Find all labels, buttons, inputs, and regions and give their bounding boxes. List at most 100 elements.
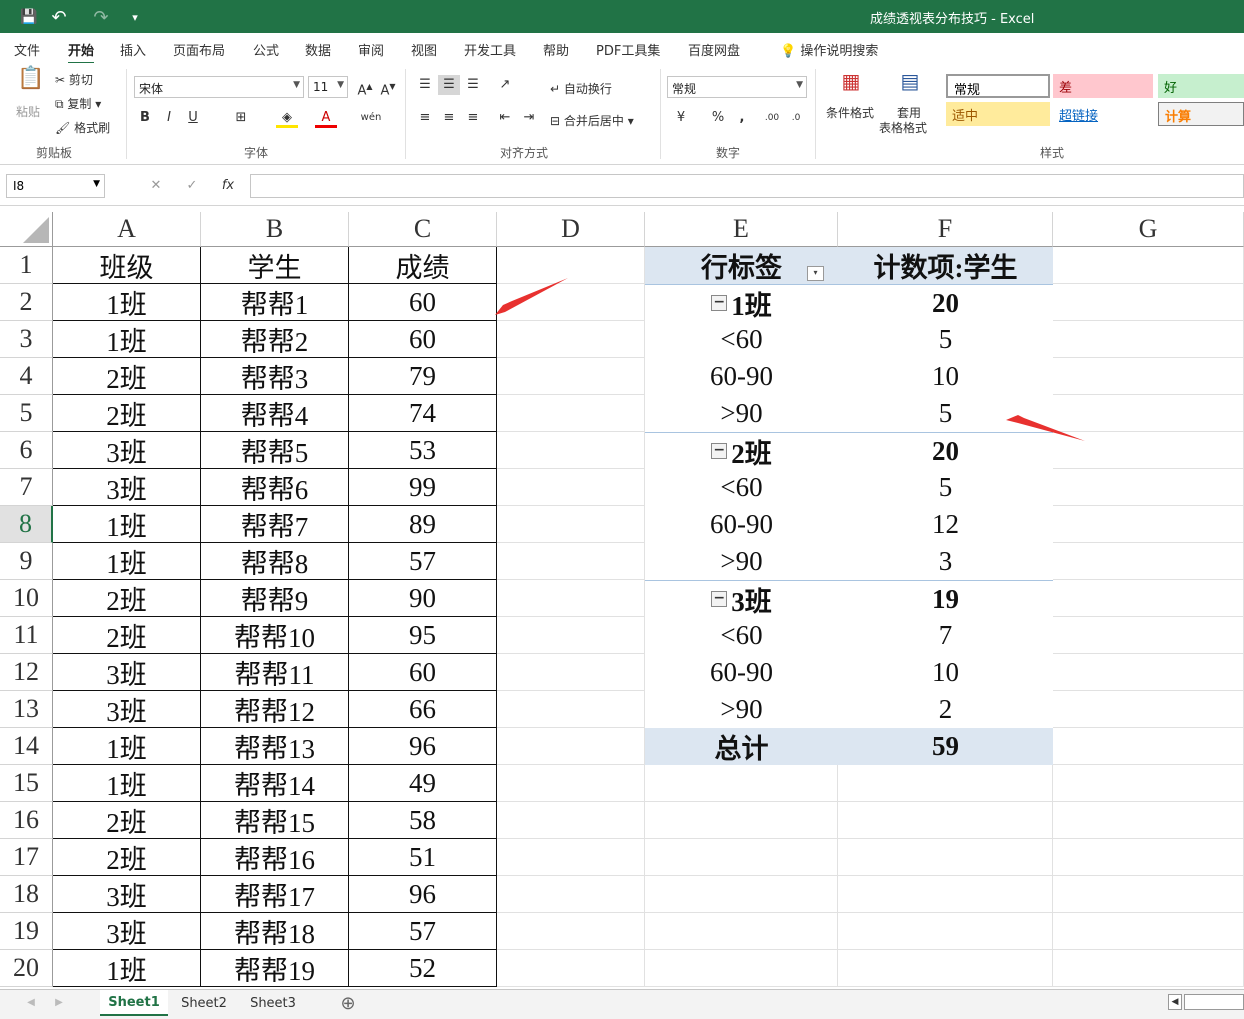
merge-icon: ⊟	[550, 114, 561, 128]
sheet-tab-1[interactable]: Sheet1	[100, 990, 168, 1016]
comma-button[interactable]: ,	[731, 108, 753, 128]
prev-sheet-icon[interactable]: ◀	[20, 993, 42, 1013]
tab-formulas[interactable]: 公式	[253, 40, 279, 59]
align-bottom-icon[interactable]: ☰	[462, 75, 484, 95]
percent-button[interactable]: %	[707, 108, 729, 128]
name-box[interactable]: I8 ▼	[6, 174, 105, 198]
ribbon-separator	[660, 69, 661, 159]
ribbon-tabs: 文件 开始 插入 页面布局 公式 数据 审阅 视图 开发工具 帮助 PDF工具集…	[0, 33, 1244, 65]
tab-help[interactable]: 帮助	[543, 40, 569, 59]
font-size-value: 11	[313, 80, 329, 94]
scissors-icon: ✂	[55, 73, 66, 87]
tell-me-label: 操作说明搜索	[800, 44, 879, 59]
worksheet-grid[interactable]: ABCDEFG 1 2 3 4 5 6 7 8 9 10 11 12 13 14 15 16 17 18 19 20 …	[0, 212, 1244, 989]
align-center-icon[interactable]: ≡	[438, 108, 460, 128]
ribbon-separator	[405, 69, 406, 159]
undo-icon[interactable]: ↶	[48, 6, 70, 28]
name-box-value: I8	[13, 179, 25, 193]
format-painter-button[interactable]: 🖌 格式刷	[55, 119, 110, 136]
increase-decimal-icon[interactable]: .00	[761, 108, 783, 128]
tab-developer[interactable]: 开发工具	[464, 40, 516, 59]
cut-button[interactable]: ✂ 剪切	[55, 71, 93, 88]
phonetic-icon[interactable]: wén	[360, 108, 382, 128]
merge-center-button[interactable]: ⊟ 合并后居中 ▾	[550, 112, 634, 129]
formula-input[interactable]	[250, 174, 1244, 198]
style-neutral[interactable]: 适中	[946, 102, 1050, 126]
ribbon-home: 📋 粘贴 ✂ 剪切 ⧉ 复制 ▾ 🖌 格式刷 剪贴板 宋体 ▼ 11 ▼ A▲ A▼…	[0, 63, 1244, 165]
tab-file[interactable]: 文件	[14, 40, 40, 59]
italic-button[interactable]: I	[158, 108, 180, 128]
alignment-group-label: 对齐方式	[500, 146, 549, 160]
cut-label: 剪切	[68, 73, 93, 87]
add-sheet-icon[interactable]: ⊕	[336, 990, 360, 1016]
horizontal-scrollbar[interactable]	[1184, 994, 1244, 1010]
currency-icon[interactable]: ¥	[670, 108, 692, 128]
table-format-button[interactable]: 表格格式	[879, 119, 927, 136]
increase-indent-icon[interactable]: ⇥	[518, 108, 540, 128]
orientation-icon[interactable]: ↗	[494, 75, 516, 95]
customize-qat-icon[interactable]: ▾	[124, 6, 146, 28]
align-right-icon[interactable]: ≡	[462, 108, 484, 128]
fill-color-icon[interactable]: ◈	[276, 108, 298, 128]
copy-button[interactable]: ⧉ 复制 ▾	[55, 95, 101, 112]
style-good[interactable]: 好	[1158, 74, 1244, 98]
paste-icon[interactable]: 📋	[16, 68, 46, 99]
decrease-font-icon[interactable]: A▼	[377, 77, 399, 98]
tab-baidu-netdisk[interactable]: 百度网盘	[688, 40, 740, 59]
align-left-icon[interactable]: ≡	[414, 108, 436, 128]
number-format-select[interactable]: 常规 ▼	[667, 76, 807, 98]
tab-review[interactable]: 审阅	[358, 40, 384, 59]
decrease-decimal-icon[interactable]: .0	[785, 108, 807, 128]
chevron-down-icon: ▼	[796, 80, 803, 90]
style-bad[interactable]: 差	[1053, 74, 1153, 98]
redo-icon[interactable]: ↷	[90, 6, 112, 28]
conditional-format-button[interactable]: 条件格式	[826, 104, 874, 121]
sheet-tab-2[interactable]: Sheet2	[170, 990, 238, 1016]
conditional-format-icon[interactable]: ▦	[836, 71, 866, 101]
sheet-tab-3[interactable]: Sheet3	[239, 990, 307, 1016]
style-hyperlink[interactable]: 超链接	[1053, 102, 1153, 126]
enter-icon[interactable]: ✓	[181, 176, 203, 196]
table-format-icon[interactable]: ▤	[895, 71, 925, 101]
align-middle-icon[interactable]: ☰	[438, 75, 460, 95]
tab-pdf-tools[interactable]: PDF工具集	[596, 40, 660, 59]
lightbulb-icon: 💡	[780, 44, 797, 59]
style-calculation[interactable]: 计算	[1158, 102, 1244, 126]
tell-me-search[interactable]: 💡 操作说明搜索	[780, 40, 878, 59]
wrap-icon: ↵	[550, 82, 561, 96]
tab-insert[interactable]: 插入	[120, 40, 146, 59]
number-group-label: 数字	[716, 146, 741, 160]
align-top-icon[interactable]: ☰	[414, 75, 436, 95]
tab-home[interactable]: 开始	[68, 40, 95, 65]
excel-window: 💾 ↶ ↷ ▾ 成绩透视表分布技巧 - Excel 文件 开始 插入 页面布局 …	[0, 0, 1244, 1019]
bold-button[interactable]: B	[134, 108, 156, 128]
paste-button[interactable]: 粘贴	[16, 103, 40, 120]
save-icon[interactable]: 💾	[18, 6, 40, 28]
window-title: 成绩透视表分布技巧 - Excel	[870, 12, 1035, 27]
increase-font-icon[interactable]: A▲	[354, 77, 376, 98]
font-name-value: 宋体	[139, 82, 164, 96]
copy-icon: ⧉	[55, 97, 64, 111]
underline-button[interactable]: U	[182, 108, 204, 128]
tab-view[interactable]: 视图	[411, 40, 437, 59]
border-icon[interactable]: ⊞	[230, 108, 252, 128]
next-sheet-icon[interactable]: ▶	[48, 993, 70, 1013]
font-group-label: 字体	[244, 146, 269, 160]
decrease-indent-icon[interactable]: ⇤	[494, 108, 516, 128]
font-size-select[interactable]: 11 ▼	[308, 76, 348, 98]
copy-label: 复制	[67, 97, 92, 111]
ribbon-separator	[126, 69, 127, 159]
cancel-icon[interactable]: ✕	[145, 176, 167, 196]
tab-data[interactable]: 数据	[305, 40, 331, 59]
annotation-arrow-left	[495, 278, 568, 315]
scroll-left-icon[interactable]: ◀	[1168, 994, 1182, 1010]
chevron-down-icon: ▼	[337, 80, 344, 90]
insert-function-icon[interactable]: fx	[217, 176, 239, 196]
chevron-down-icon: ▼	[93, 179, 100, 189]
wrap-text-button[interactable]: ↵ 自动换行	[550, 80, 612, 97]
style-normal[interactable]: 常规	[946, 74, 1050, 98]
number-format-value: 常规	[672, 82, 697, 96]
font-name-select[interactable]: 宋体 ▼	[134, 76, 304, 98]
tab-page-layout[interactable]: 页面布局	[173, 40, 225, 59]
font-color-icon[interactable]: A	[315, 108, 337, 128]
